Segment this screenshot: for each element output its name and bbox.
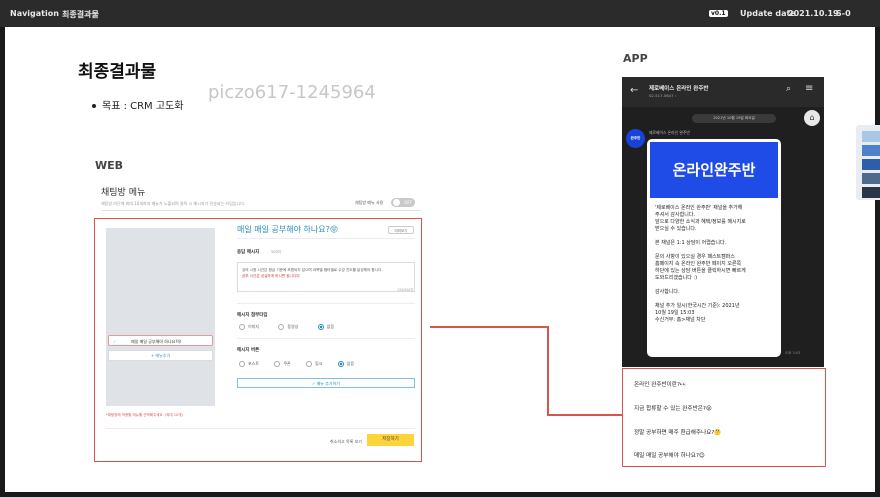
menu-note: *채팅방에 적용할 메뉴를 선택해주세요. (최대 10개) (106, 413, 183, 417)
page-title: 최종결과물 (78, 62, 157, 82)
save-button[interactable]: 저장하기 (367, 434, 414, 446)
back-arrow-icon[interactable]: ← (630, 85, 638, 96)
chat-menu-item[interactable]: 매일 매일 공부해야 하나요?😊 (634, 451, 705, 459)
answer-label: 응답 메시지 (237, 250, 260, 255)
bubble-line: 도와드리겠습니다 :) (655, 275, 698, 281)
char-counter: 134/500자 (397, 288, 414, 292)
nav-page-title[interactable]: 최종결과물 (62, 9, 99, 20)
bubble-line: 감사합니다. (655, 289, 680, 295)
answer-line-2: 공부 시간은 성실하게 하시면 됩니다😊 (242, 274, 300, 278)
date-pill: 2021년 10월 19일 화요일 (692, 114, 776, 123)
message-time: 오후 3:03 (785, 351, 801, 355)
form-divider (237, 303, 415, 304)
cancel-button[interactable]: 취소하고 목록 보기 (330, 439, 362, 445)
radio-icon (305, 361, 312, 367)
web-section-label: WEB (95, 159, 124, 172)
button-option-link[interactable]: 링크 (305, 361, 322, 367)
hamburger-menu-icon[interactable]: ≡ (805, 83, 813, 94)
home-icon[interactable]: ⌂ (804, 110, 820, 126)
attach-type-options: 이미지 동영상 없음 (239, 324, 334, 330)
web-header-title: 채팅방 메뉴 (101, 188, 146, 198)
button-option-post[interactable]: 포스트 (239, 361, 259, 367)
radio-icon (274, 361, 281, 367)
version-badge: v0.1 (709, 10, 728, 17)
brand-banner: 온라인완주반 (650, 142, 778, 198)
app-chat-menu: 온라인 완주반이란?👀 지금 합류할 수 있는 완주반은?😝 정말 공부하면 매… (622, 368, 826, 467)
swatch[interactable] (862, 159, 880, 170)
app-header: ← 제로베이스 온라인 완주반 02-517-0647 › ⌕ ≡ (622, 77, 824, 107)
web-header-desc: 채팅방 하단에 최대 10개까지 메뉴가 노출되며 클릭 시 메시지가 전송되는… (101, 201, 246, 206)
nav-label[interactable]: Navigation (10, 9, 59, 18)
app-section-label: APP (623, 52, 648, 65)
button-option-none[interactable]: 없음 (337, 361, 354, 367)
channel-name: 제로베이스 온라인 완주반 (649, 86, 709, 92)
radio-icon (239, 324, 245, 330)
app-phone-screen: ← 제로베이스 온라인 완주반 02-517-0647 › ⌕ ≡ 2021년 … (622, 77, 824, 367)
top-navigation-bar: Navigation 최종결과물 v0.1 Update date 2021.1… (0, 0, 880, 27)
watermark: piczo617-1245964 (208, 82, 376, 103)
bullet-dot (92, 104, 96, 108)
chat-preview-panel (106, 228, 215, 406)
menu-toggle-switch[interactable]: OFF (391, 198, 415, 207)
bubble-line: 본 채널은 1:1 상담이 어렵습니다. (655, 240, 727, 246)
chat-menu-item[interactable]: 온라인 완주반이란?👀 (634, 380, 687, 388)
swatch[interactable] (862, 173, 880, 184)
swatch[interactable] (862, 145, 880, 156)
toggle-state: OFF (404, 200, 412, 205)
update-date: 2021.10.19 (788, 9, 839, 18)
radio-selected-icon (337, 361, 344, 367)
search-icon[interactable]: ⌕ (786, 84, 791, 94)
answer-textarea[interactable]: 강의 시청 시간은 환급 기준에 포함되지 않으며 과목별 챕터별로 수강 진도… (237, 262, 415, 292)
bubble-line: 받으실 수 있습니다. (655, 226, 697, 232)
check-icon: ✓ (113, 339, 117, 344)
connector-line (547, 414, 622, 416)
attach-option-none[interactable]: 없음 (317, 324, 334, 330)
sender-name: 제로베이스 온라인 완주반 (649, 130, 690, 135)
bubble-line: 수신거부: 홈>채널 차단 (655, 317, 706, 323)
goal-bullet: 목표 : CRM 고도화 (92, 97, 183, 112)
connector-line (430, 326, 548, 328)
color-swatch-panel[interactable] (856, 125, 880, 200)
header-divider (101, 210, 421, 211)
add-message-button[interactable]: ✓ 메뉴 추가하기 (237, 378, 415, 388)
message-button-label: 메시지 버튼 (237, 348, 260, 353)
radio-icon (239, 361, 245, 367)
preview-button[interactable]: 미리보기 (388, 226, 414, 234)
attach-option-video[interactable]: 동영상 (278, 324, 298, 330)
goal-text: 목표 : CRM 고도화 (102, 101, 184, 112)
menu-chip-text: 매일 매일 공부해야 하나요?😝 (131, 339, 182, 344)
menu-form-title: 매일 매일 공부해야 하나요?😝 (237, 225, 339, 234)
attach-type-label: 메시지 첨부타입 (237, 313, 268, 318)
swatch[interactable] (862, 131, 880, 142)
radio-icon (278, 324, 285, 330)
chat-menu-item[interactable]: 지금 합류할 수 있는 완주반은?😝 (634, 404, 712, 412)
connector-line (547, 326, 549, 415)
chat-menu-item[interactable]: 정말 공부하면 매주 환급해주나요?🤔 (634, 428, 721, 436)
message-button-options: 포스트 쿠폰 링크 없음 (239, 361, 354, 367)
answer-limit: 500자 (271, 250, 282, 254)
footer-divider (106, 428, 416, 429)
menu-toggle-label: 채팅방 메뉴 사용 (355, 200, 384, 205)
form-divider (237, 238, 415, 239)
avatar: 완주반 (626, 129, 645, 148)
swatch[interactable] (862, 187, 880, 198)
attach-option-image[interactable]: 이미지 (239, 324, 259, 330)
add-menu-button[interactable]: + 메뉴추가 (108, 350, 213, 361)
channel-sub[interactable]: 02-517-0647 › (649, 93, 676, 98)
slide-canvas: 최종결과물 목표 : CRM 고도화 piczo617-1245964 WEB … (5, 27, 875, 492)
slide-number: S-0 (836, 9, 851, 18)
radio-selected-icon (317, 324, 324, 330)
message-bubble: 온라인완주반 '제로베이스 온라인 완주반' 채널을 추가해 주셔서 감사합니다… (647, 139, 781, 357)
button-option-coupon[interactable]: 쿠폰 (274, 361, 291, 367)
menu-chip-selected[interactable]: ✓ 매일 매일 공부해야 하나요?😝 (108, 335, 213, 346)
form-divider (237, 338, 415, 339)
